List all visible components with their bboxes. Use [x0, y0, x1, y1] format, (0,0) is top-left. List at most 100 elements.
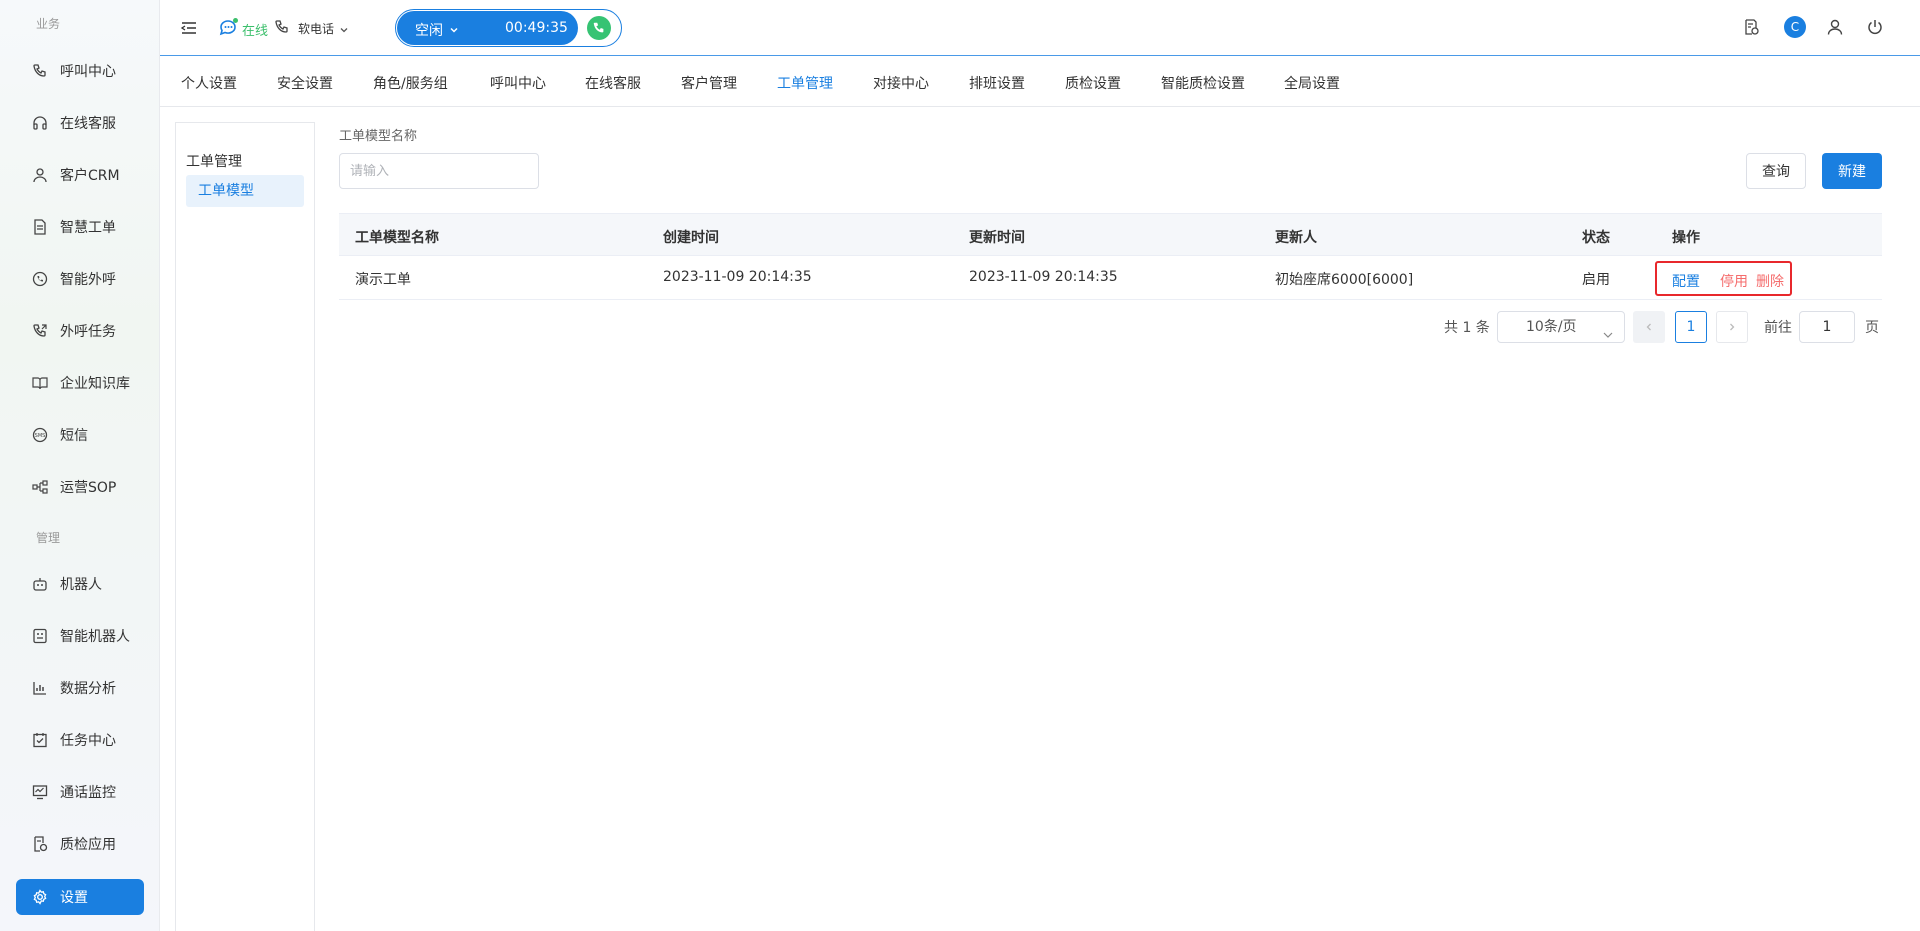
prev-page-button[interactable]	[1633, 311, 1665, 343]
sidebar-item-label: 任务中心	[60, 733, 116, 749]
sidebar-item-label: 外呼任务	[60, 324, 116, 340]
avatar[interactable]: C	[1784, 16, 1806, 38]
delete-link[interactable]: 删除	[1756, 271, 1784, 291]
phone-icon	[274, 19, 290, 35]
sidebar-item-label: 质检应用	[60, 837, 116, 853]
sidebar-item-sop[interactable]: 运营SOP	[16, 469, 144, 505]
column-header: 更新时间	[969, 230, 1025, 246]
page-size-select[interactable]: 10条/页	[1497, 311, 1625, 343]
quality-doc-icon	[32, 836, 48, 852]
sidebar-item-sms[interactable]: SMS 短信	[16, 417, 144, 453]
notice-doc-icon[interactable]	[1742, 18, 1760, 36]
sidebar-item-quality-app[interactable]: 质检应用	[16, 826, 144, 862]
book-icon	[32, 375, 48, 391]
goto-label: 前往	[1764, 320, 1792, 336]
chat-status-icon[interactable]	[218, 17, 240, 39]
tab-personal-settings[interactable]: 个人设置	[181, 73, 237, 93]
submenu-item-ticket-model[interactable]: 工单模型	[186, 175, 304, 207]
chevron-down-icon[interactable]	[339, 23, 349, 33]
new-button[interactable]: 新建	[1822, 153, 1882, 189]
call-timer: 00:49:35	[505, 20, 568, 36]
tab-call-center[interactable]: 呼叫中心	[490, 73, 546, 93]
tab-customer-management[interactable]: 客户管理	[681, 73, 737, 93]
document-icon	[32, 219, 48, 235]
sidebar-item-smart-robot[interactable]: 智能机器人	[16, 618, 144, 654]
tab-smart-quality-settings[interactable]: 智能质检设置	[1161, 73, 1245, 93]
top-header: 在线 软电话 空闲 00:49:35 C	[160, 0, 1920, 56]
sidebar-item-label: 客户CRM	[60, 168, 120, 184]
sidebar-item-crm[interactable]: 客户CRM	[16, 157, 144, 193]
sidebar-item-online-service[interactable]: 在线客服	[16, 105, 144, 141]
ticket-model-name-input[interactable]	[339, 153, 539, 189]
table-row: 演示工单 2023-11-09 20:14:35 2023-11-09 20:1…	[339, 256, 1882, 300]
query-button[interactable]: 查询	[1746, 153, 1806, 189]
flow-icon	[32, 479, 48, 495]
sidebar-item-outbound-task[interactable]: 外呼任务	[16, 313, 144, 349]
tab-online-service[interactable]: 在线客服	[585, 73, 641, 93]
phone-mode-select[interactable]: 软电话	[298, 20, 334, 37]
tab-roles-groups[interactable]: 角色/服务组	[373, 73, 448, 93]
chevron-left-icon	[1646, 323, 1651, 331]
cell-status: 启用	[1582, 272, 1610, 288]
svg-text:SMS: SMS	[35, 433, 46, 439]
sidebar-item-label: 呼叫中心	[60, 64, 116, 80]
sidebar-item-label: 智能外呼	[60, 272, 116, 288]
answer-call-button[interactable]	[587, 16, 611, 40]
goto-page-input[interactable]	[1799, 311, 1855, 343]
column-header: 工单模型名称	[355, 230, 439, 246]
tab-quality-settings[interactable]: 质检设置	[1065, 73, 1121, 93]
page-suffix: 页	[1865, 320, 1879, 336]
call-state-label[interactable]: 空闲	[415, 20, 443, 40]
sidebar-item-call-monitor[interactable]: 通话监控	[16, 774, 144, 810]
whatsapp-phone-icon	[32, 271, 48, 287]
call-state-panel[interactable]: 空闲 00:49:35	[397, 11, 578, 45]
column-header: 状态	[1582, 230, 1610, 246]
cell-updater: 初始座席6000[6000]	[1275, 272, 1414, 288]
sidebar-item-data-analysis[interactable]: 数据分析	[16, 670, 144, 706]
power-icon[interactable]	[1866, 18, 1884, 36]
sidebar-item-label: 智慧工单	[60, 220, 116, 236]
cell-model-name: 演示工单	[355, 272, 411, 288]
phone-icon	[32, 63, 48, 79]
chevron-down-icon	[1602, 322, 1614, 338]
sidebar-item-smart-outbound[interactable]: 智能外呼	[16, 261, 144, 297]
sidebar-item-settings[interactable]: 设置	[16, 879, 144, 915]
sidebar-item-robot[interactable]: 机器人	[16, 566, 144, 602]
phone-outgoing-icon	[32, 323, 48, 339]
user-profile-icon[interactable]	[1826, 18, 1844, 36]
task-check-icon	[32, 732, 48, 748]
sidebar-item-label: 智能机器人	[60, 629, 130, 645]
chevron-right-icon	[1730, 323, 1735, 331]
sidebar-item-label: 机器人	[60, 577, 102, 593]
menu-collapse-icon[interactable]	[180, 19, 198, 37]
sidebar-item-label: 数据分析	[60, 681, 116, 697]
sidebar-item-task-center[interactable]: 任务中心	[16, 722, 144, 758]
sidebar-item-label: 通话监控	[60, 785, 116, 801]
column-header: 操作	[1672, 230, 1700, 246]
column-header: 创建时间	[663, 230, 719, 246]
sidebar-item-smart-ticket[interactable]: 智慧工单	[16, 209, 144, 245]
chevron-down-icon[interactable]	[449, 23, 459, 33]
disable-link[interactable]: 停用	[1720, 271, 1748, 291]
tab-global-settings[interactable]: 全局设置	[1284, 73, 1340, 93]
sidebar-item-call-center[interactable]: 呼叫中心	[16, 53, 144, 89]
tab-security-settings[interactable]: 安全设置	[277, 73, 333, 93]
submenu-title[interactable]: 工单管理	[186, 151, 242, 171]
online-status[interactable]: 在线	[242, 20, 268, 39]
tab-integration-center[interactable]: 对接中心	[873, 73, 929, 93]
config-link[interactable]: 配置	[1672, 271, 1700, 291]
headset-icon	[32, 115, 48, 131]
smart-robot-icon	[32, 628, 48, 644]
robot-icon	[32, 576, 48, 592]
cell-updated-time: 2023-11-09 20:14:35	[969, 269, 1118, 285]
tab-ticket-management[interactable]: 工单管理	[777, 73, 833, 93]
table-header: 工单模型名称 创建时间 更新时间 更新人 状态 操作	[339, 213, 1882, 256]
page-number-button[interactable]: 1	[1675, 311, 1707, 343]
column-header: 更新人	[1275, 230, 1317, 246]
sidebar-section-manage: 管理	[36, 531, 61, 545]
page-size-value: 10条/页	[1526, 319, 1577, 335]
tab-scheduling[interactable]: 排班设置	[969, 73, 1025, 93]
sidebar-item-label: 短信	[60, 428, 88, 444]
next-page-button[interactable]	[1716, 311, 1748, 343]
sidebar-item-knowledge-base[interactable]: 企业知识库	[16, 365, 144, 401]
